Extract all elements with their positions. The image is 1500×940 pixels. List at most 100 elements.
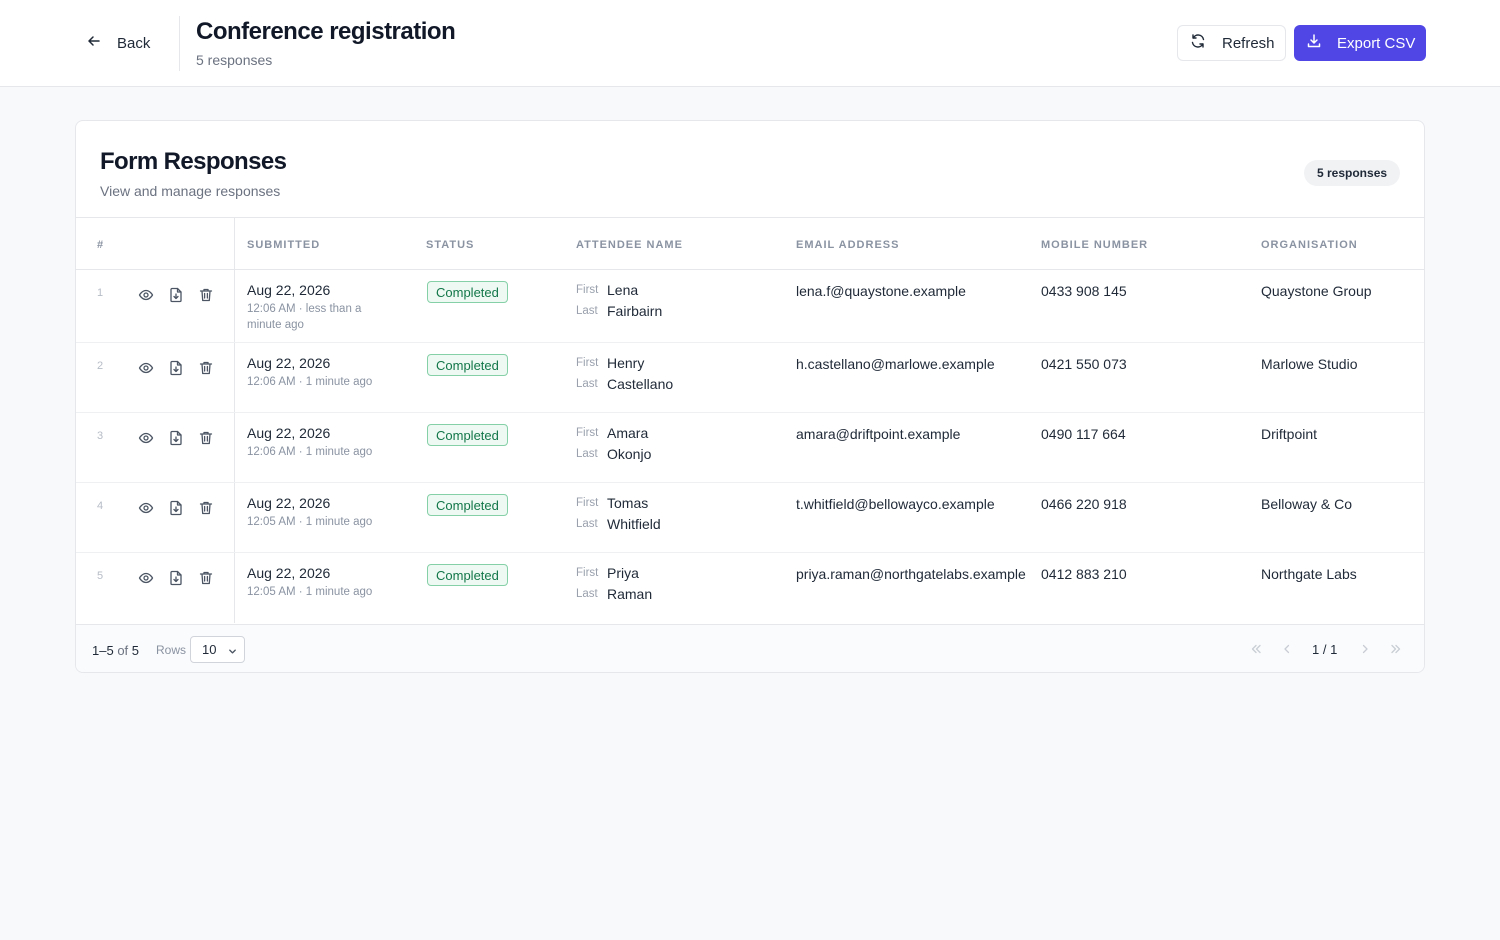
export-csv-label: Export CSV <box>1337 34 1416 52</box>
download-file-icon[interactable] <box>168 430 184 446</box>
mobile-number: 0421 550 073 <box>1041 356 1127 372</box>
top-bar: Back Conference registration 5 responses… <box>0 0 1500 87</box>
last-name: Fairbairn <box>607 303 663 319</box>
submitted-date: Aug 22, 2026 <box>247 425 331 441</box>
status-badge: Completed <box>427 354 508 376</box>
last-name-label: Last <box>576 518 598 530</box>
last-name: Okonjo <box>607 446 652 462</box>
table-header: # Submitted Status Attendee Name Email A… <box>76 217 1424 270</box>
column-header-attendee-name[interactable]: Attendee Name <box>576 239 683 251</box>
back-label: Back <box>117 34 151 52</box>
status-badge: Completed <box>427 494 508 516</box>
email-address: lena.f@quaystone.example <box>796 283 966 299</box>
previous-page-icon[interactable] <box>1280 642 1294 656</box>
arrow-left-icon <box>86 33 102 53</box>
eye-icon[interactable] <box>138 287 154 303</box>
trash-icon[interactable] <box>198 430 214 446</box>
table-row[interactable]: 3 Aug 22, 2026 12:06 AM · 1 minute ago Comp… <box>76 413 1424 483</box>
last-name-label: Last <box>576 588 598 600</box>
first-name-label: First <box>576 567 599 579</box>
first-name-label: First <box>576 497 599 509</box>
trash-icon[interactable] <box>198 570 214 586</box>
first-name-label: First <box>576 427 599 439</box>
first-name: Henry <box>607 355 645 371</box>
column-header-number: # <box>97 239 105 251</box>
range-value: 1–5 <box>92 643 114 658</box>
email-address: t.whitfield@bellowayco.example <box>796 496 995 512</box>
row-number: 2 <box>97 360 104 372</box>
row-number: 1 <box>97 287 104 299</box>
row-number: 4 <box>97 500 104 512</box>
download-file-icon[interactable] <box>168 570 184 586</box>
submitted-time: 12:05 AM · 1 minute ago <box>247 516 373 528</box>
organisation: Marlowe Studio <box>1261 356 1358 372</box>
table-row[interactable]: 2 Aug 22, 2026 12:06 AM · 1 minute ago Comp… <box>76 343 1424 413</box>
submitted-time: 12:05 AM · 1 minute ago <box>247 586 373 598</box>
card-title: Form Responses <box>100 148 287 175</box>
download-file-icon[interactable] <box>168 360 184 376</box>
submitted-date: Aug 22, 2026 <box>247 282 331 298</box>
organisation: Driftpoint <box>1261 426 1318 442</box>
submitted-date: Aug 22, 2026 <box>247 565 331 581</box>
trash-icon[interactable] <box>198 360 214 376</box>
eye-icon[interactable] <box>138 500 154 516</box>
rows-per-page-value: 10 <box>202 642 217 657</box>
last-page-icon[interactable] <box>1389 642 1403 656</box>
table-row[interactable]: 4 Aug 22, 2026 12:05 AM · 1 minute ago Comp… <box>76 483 1424 553</box>
back-button[interactable]: Back <box>86 33 150 53</box>
range-total: 5 <box>131 643 140 658</box>
last-name-label: Last <box>576 305 598 317</box>
page-subtitle: 5 responses <box>196 52 273 68</box>
last-name: Raman <box>607 586 653 602</box>
first-page-icon[interactable] <box>1249 642 1263 656</box>
column-header-mobile[interactable]: Mobile Number <box>1041 239 1148 251</box>
pagination-range: 1–5 of 5 <box>92 643 139 658</box>
first-name: Amara <box>607 425 649 441</box>
column-header-email[interactable]: Email Address <box>796 239 899 251</box>
table-row[interactable]: 1 Aug 22, 2026 12:06 AM · less than a minu… <box>76 270 1424 343</box>
card-subtitle: View and manage responses <box>100 183 281 199</box>
eye-icon[interactable] <box>138 570 154 586</box>
trash-icon[interactable] <box>198 287 214 303</box>
download-file-icon[interactable] <box>168 287 184 303</box>
organisation: Northgate Labs <box>1261 566 1357 582</box>
last-name-label: Last <box>576 448 598 460</box>
trash-icon[interactable] <box>198 500 214 516</box>
status-badge: Completed <box>427 281 508 303</box>
first-name: Priya <box>607 565 639 581</box>
range-of: of <box>117 643 129 658</box>
status-badge: Completed <box>427 424 508 446</box>
download-file-icon[interactable] <box>168 500 184 516</box>
row-number: 5 <box>97 570 104 582</box>
refresh-label: Refresh <box>1222 34 1275 52</box>
eye-icon[interactable] <box>138 430 154 446</box>
first-name: Tomas <box>607 495 649 511</box>
next-page-icon[interactable] <box>1358 642 1372 656</box>
first-name-label: First <box>576 357 599 369</box>
row-number: 3 <box>97 430 104 442</box>
eye-icon[interactable] <box>138 360 154 376</box>
first-name-label: First <box>576 284 599 296</box>
refresh-icon <box>1190 33 1206 53</box>
responses-card: Form Responses View and manage responses… <box>75 120 1425 673</box>
mobile-number: 0412 883 210 <box>1041 566 1127 582</box>
refresh-button[interactable]: Refresh <box>1177 25 1286 61</box>
first-name: Lena <box>607 282 639 298</box>
header-divider <box>179 16 180 71</box>
column-header-organisation[interactable]: Organisation <box>1261 239 1358 251</box>
organisation: Quaystone Group <box>1261 283 1372 299</box>
organisation: Belloway & Co <box>1261 496 1353 512</box>
mobile-number: 0490 117 664 <box>1041 426 1126 442</box>
table-row[interactable]: 5 Aug 22, 2026 12:05 AM · 1 minute ago Comp… <box>76 553 1424 623</box>
last-name: Whitfield <box>607 516 661 532</box>
email-address: h.castellano@marlowe.example <box>796 356 995 372</box>
last-name-label: Last <box>576 378 598 390</box>
submitted-time: 12:06 AM · 1 minute ago <box>247 376 373 388</box>
last-name: Castellano <box>607 376 674 392</box>
rows-per-page-select[interactable]: 10 <box>190 636 245 663</box>
column-header-submitted[interactable]: Submitted <box>247 239 320 251</box>
column-header-status[interactable]: Status <box>426 239 474 251</box>
submitted-date: Aug 22, 2026 <box>247 495 331 511</box>
export-csv-button[interactable]: Export CSV <box>1294 25 1426 61</box>
response-count-badge: 5 responses <box>1304 160 1401 186</box>
